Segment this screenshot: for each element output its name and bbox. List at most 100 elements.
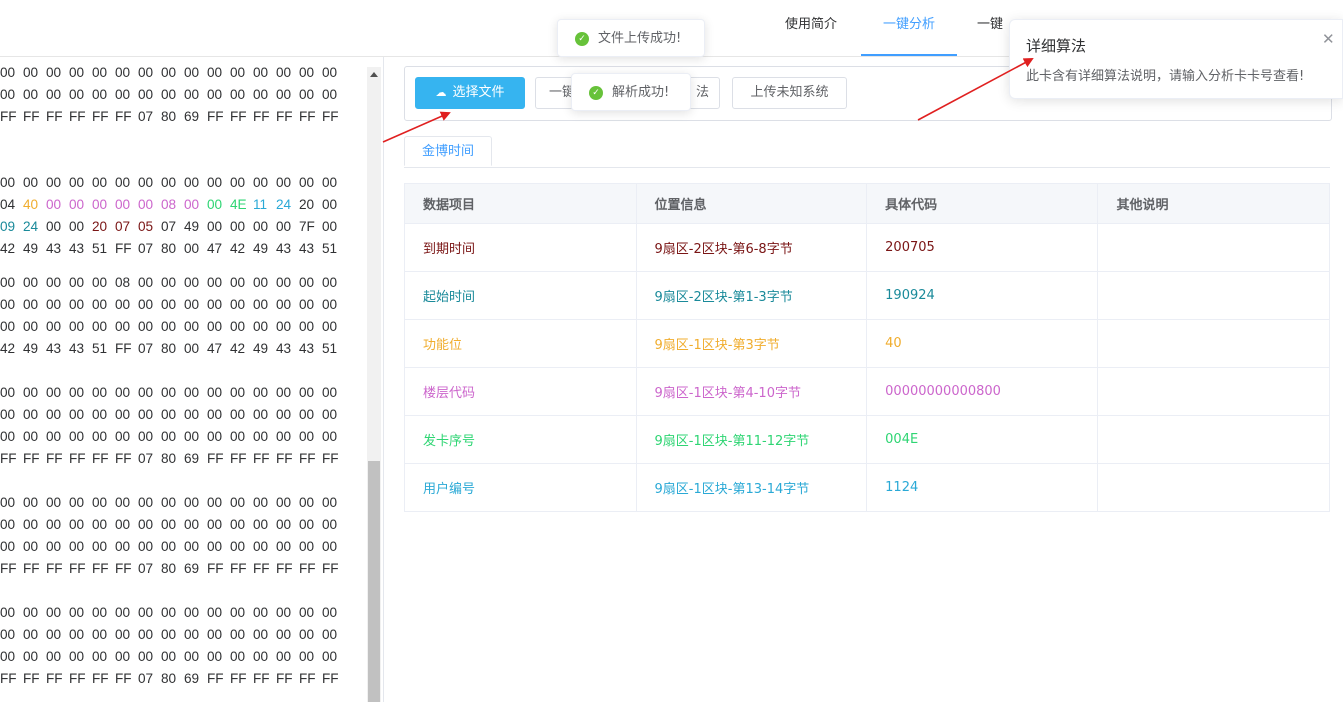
hex-byte: 00: [299, 275, 315, 290]
column-header: 位置信息: [636, 183, 868, 224]
hex-byte: 00: [161, 275, 177, 290]
hex-byte: 00: [207, 197, 223, 212]
analysis-table: 数据项目 位置信息 具体代码 其他说明 到期时间 9扇区-2区块-第6-8字节 20…: [404, 183, 1330, 512]
hex-line: FF FF FF FF FF FF 07 80 69 FF FF FF FF FF FF: [0, 558, 345, 580]
hex-byte: 00: [115, 87, 131, 102]
table-cell-note: [1097, 223, 1330, 272]
hex-byte: FF: [115, 671, 132, 686]
hex-byte: 00: [184, 319, 200, 334]
hex-byte: 00: [161, 319, 177, 334]
hex-byte: 00: [92, 275, 108, 290]
hex-byte: 00: [115, 65, 131, 80]
hex-byte: 00: [322, 407, 338, 422]
hex-byte: 00: [115, 495, 131, 510]
hex-byte: 00: [23, 175, 39, 190]
hex-line: 00 00 00 00 00 00 00 00 00 00 00 00 00 00 00: [0, 492, 345, 514]
hex-byte: 47: [207, 241, 223, 256]
tab-jinbo-time[interactable]: 金博时间: [404, 136, 492, 166]
scrollbar[interactable]: [367, 67, 381, 702]
hex-byte: 00: [46, 275, 62, 290]
hex-byte: 42: [0, 241, 16, 256]
hex-byte: 00: [138, 627, 154, 642]
hex-byte: 69: [184, 561, 200, 576]
hex-byte: 00: [115, 605, 131, 620]
hex-byte: 43: [69, 341, 85, 356]
hex-byte: 00: [161, 605, 177, 620]
hex-byte: 00: [207, 219, 223, 234]
hex-byte: 00: [23, 495, 39, 510]
choose-file-button[interactable]: ☁ 选择文件: [415, 77, 525, 109]
hex-byte: 00: [230, 319, 246, 334]
hex-byte: FF: [92, 451, 109, 466]
hex-byte: 69: [184, 671, 200, 686]
table-cell-note: [1097, 367, 1330, 416]
hex-byte: 00: [322, 649, 338, 664]
hex-byte: 00: [23, 429, 39, 444]
hex-byte: 00: [207, 87, 223, 102]
hex-line: 09 24 00 00 20 07 05 07 49 00 00 00 00 7F 00: [0, 216, 345, 238]
hex-byte: 00: [276, 297, 292, 312]
hex-byte: 00: [207, 385, 223, 400]
hex-line: 00 00 00 00 00 00 00 00 00 00 00 00 00 00 00: [0, 602, 345, 624]
upload-unknown-system-button[interactable]: 上传未知系统: [732, 77, 847, 109]
table-row: 到期时间 9扇区-2区块-第6-8字节 200705: [404, 223, 1330, 272]
hex-byte: 00: [69, 197, 85, 212]
hex-byte: 00: [69, 275, 85, 290]
hex-byte: 00: [69, 175, 85, 190]
hex-byte: 00: [276, 219, 292, 234]
hex-byte: 00: [230, 627, 246, 642]
hex-byte: 00: [322, 297, 338, 312]
nav-item-analyze[interactable]: 一键分析: [861, 0, 957, 56]
nav-item-intro[interactable]: 使用简介: [785, 0, 837, 54]
scroll-thumb[interactable]: [368, 461, 380, 702]
hex-byte: 00: [138, 297, 154, 312]
hex-byte: 00: [253, 319, 269, 334]
hex-byte: 00: [46, 627, 62, 642]
hex-byte: FF: [230, 671, 247, 686]
hex-byte: 00: [69, 385, 85, 400]
hex-byte: 00: [184, 297, 200, 312]
hex-byte: FF: [92, 109, 109, 124]
hex-byte: 00: [230, 297, 246, 312]
hex-line: 00 00 00 00 00 00 00 00 00 00 00 00 00 00 00: [0, 62, 345, 84]
hex-byte: 00: [253, 649, 269, 664]
hex-byte: 00: [0, 87, 16, 102]
hex-byte: 00: [299, 517, 315, 532]
hex-byte: 00: [92, 175, 108, 190]
hex-byte: 00: [322, 175, 338, 190]
close-icon[interactable]: ✕: [1322, 30, 1335, 48]
nav-item-third[interactable]: 一键: [977, 0, 1003, 54]
hex-byte: 00: [322, 87, 338, 102]
hex-byte: 00: [23, 407, 39, 422]
hex-byte: 42: [230, 241, 246, 256]
hex-byte: 07: [138, 671, 154, 686]
hex-byte: 43: [276, 341, 292, 356]
hex-byte: FF: [253, 109, 270, 124]
hex-byte: 00: [23, 65, 39, 80]
hex-byte: 00: [92, 297, 108, 312]
hex-byte: 00: [0, 275, 16, 290]
upload-success-text: 文件上传成功!: [598, 31, 682, 46]
hex-byte: 00: [253, 297, 269, 312]
hex-byte: FF: [115, 341, 132, 356]
hex-byte: 00: [230, 175, 246, 190]
hex-byte: 00: [46, 407, 62, 422]
hex-byte: 00: [253, 87, 269, 102]
hex-byte: 00: [276, 385, 292, 400]
hex-byte: FF: [322, 671, 339, 686]
scroll-up-arrow-icon[interactable]: [370, 72, 378, 77]
hex-byte: 00: [322, 605, 338, 620]
hex-byte: 00: [322, 627, 338, 642]
hex-byte: FF: [0, 671, 17, 686]
hex-byte: 00: [230, 219, 246, 234]
hex-byte: 00: [184, 517, 200, 532]
hex-byte: 00: [207, 275, 223, 290]
table-cell-code: 200705: [866, 223, 1099, 272]
hex-byte: 00: [23, 649, 39, 664]
hex-byte: 00: [161, 297, 177, 312]
hex-byte: 00: [138, 649, 154, 664]
hex-byte: 00: [276, 175, 292, 190]
hex-byte: FF: [0, 451, 17, 466]
hex-byte: 00: [46, 175, 62, 190]
hex-byte: FF: [115, 561, 132, 576]
